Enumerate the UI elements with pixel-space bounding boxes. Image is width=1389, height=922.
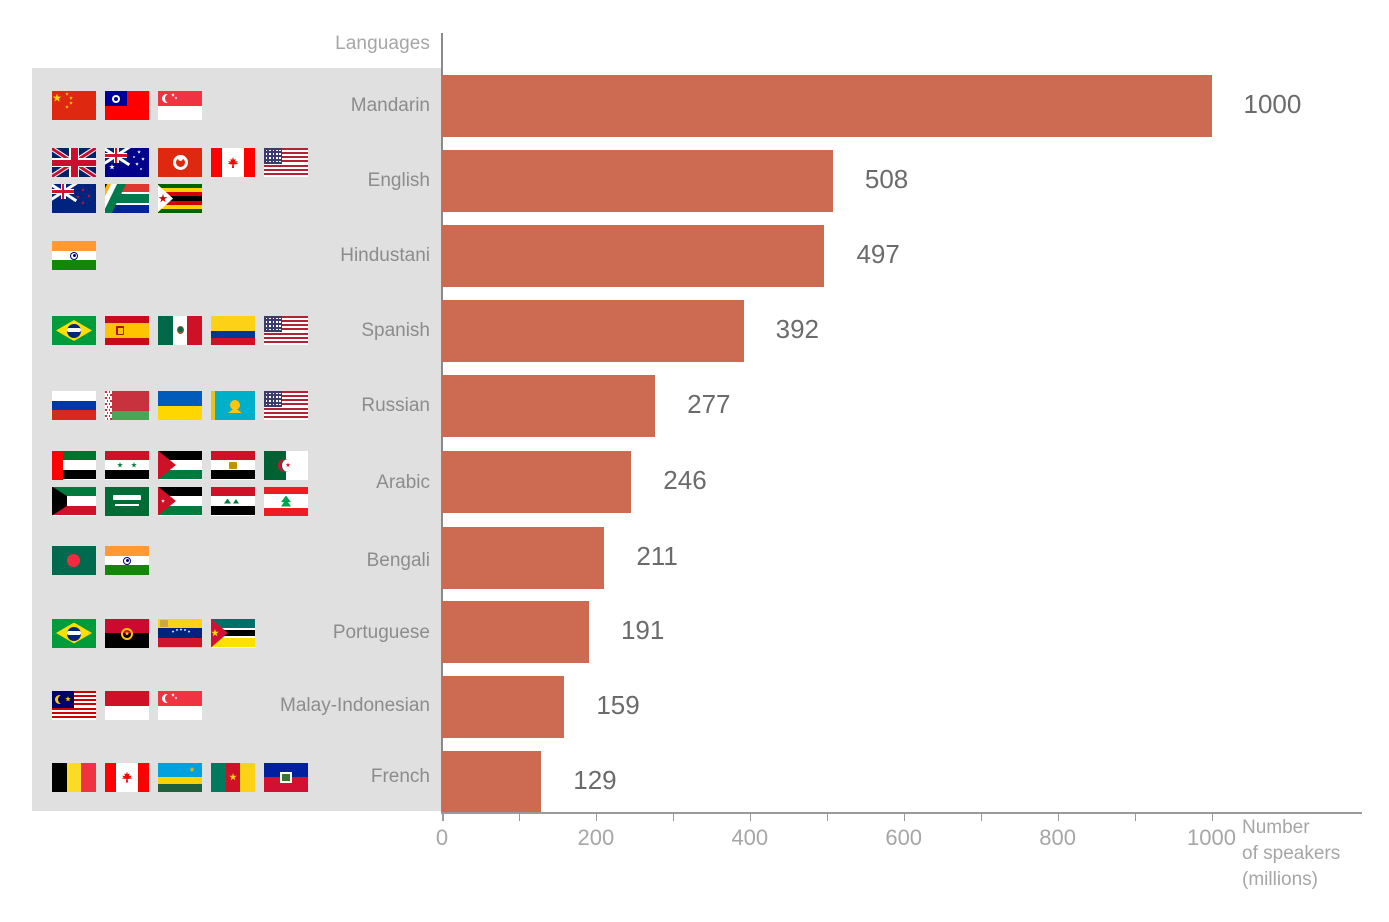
- bar-value-label: 211: [636, 541, 678, 571]
- bar: [442, 451, 632, 513]
- flag-south-africa-icon: [105, 184, 149, 213]
- category-label: Russian: [361, 394, 430, 416]
- x-axis-tick: [903, 812, 906, 821]
- flag-belarus-icon: [105, 391, 149, 420]
- x-axis-tick: [442, 812, 444, 821]
- x-axis-tick: [1211, 812, 1213, 821]
- bar: [442, 676, 565, 738]
- flag-united-kingdom-icon: [52, 148, 96, 177]
- x-axis-tick: [749, 812, 752, 821]
- bar-row: Malay-Indonesian: [0, 668, 1389, 743]
- x-axis-tick: [1134, 812, 1137, 821]
- category-label: Portuguese: [332, 622, 430, 643]
- flag-syria-icon: [105, 450, 149, 480]
- bar: [442, 601, 589, 663]
- flag-russia-icon: [52, 391, 96, 420]
- bar-row: Portuguese: [0, 598, 1389, 668]
- x-axis-tick: [672, 812, 675, 821]
- category-label: Hindustani: [340, 244, 430, 266]
- category-label: Bengali: [366, 549, 430, 571]
- value-axis-title-line-2: of speakers: [1242, 843, 1341, 864]
- bar-value-label: 497: [856, 239, 900, 269]
- bar-row: Bengali: [0, 523, 1389, 598]
- bar-value-label: 246: [663, 465, 707, 495]
- flag-canada-icon: [105, 762, 149, 792]
- category-label: Arabic: [376, 472, 430, 493]
- bar: [442, 527, 605, 589]
- bar-row: French: [0, 743, 1389, 811]
- bar-value-label: 508: [864, 164, 909, 194]
- flag-belgium-icon: [52, 762, 96, 792]
- bar-value-label: 277: [687, 389, 731, 419]
- value-axis-title: Number of speakers (millions): [1242, 815, 1340, 893]
- category-label: Spanish: [361, 319, 430, 341]
- category-label: English: [367, 169, 430, 191]
- x-axis-tick-label: 400: [731, 825, 769, 850]
- bar: [442, 150, 833, 212]
- value-axis-title-line-1: Number: [1242, 817, 1310, 838]
- x-axis-tick-label: 600: [885, 825, 923, 850]
- flag-spain-icon: [105, 316, 149, 345]
- x-axis-tick-label: 0: [435, 825, 449, 850]
- bar: [442, 375, 656, 437]
- bar: [442, 75, 1212, 137]
- flag-malaysia-icon: [52, 691, 96, 720]
- x-axis-tick-label: 200: [577, 825, 615, 850]
- x-axis-tick: [1057, 812, 1060, 821]
- bar-value-label: 191: [620, 615, 665, 645]
- category-label: Malay-Indonesian: [280, 694, 430, 716]
- bar-value-label: 159: [596, 690, 640, 720]
- bar: [442, 300, 744, 362]
- bar-value-label: 392: [775, 314, 820, 344]
- bar: [442, 751, 542, 813]
- flag-brazil-icon: [52, 316, 96, 345]
- flag-united-arab-emirates-icon: [52, 450, 96, 480]
- value-axis-title-line-3: (millions): [1242, 869, 1318, 890]
- x-axis-tick: [595, 812, 598, 821]
- bar-value-label: 129: [573, 765, 617, 795]
- bar-value-label: 1000: [1243, 89, 1302, 119]
- x-axis-tick: [826, 812, 829, 821]
- flag-brazil-icon: [52, 618, 96, 648]
- flag-saudi-arabia-icon: [105, 486, 149, 516]
- category-axis-title: Languages: [335, 33, 430, 54]
- flag-angola-icon: [105, 618, 149, 648]
- flag-indonesia-icon: [105, 691, 149, 720]
- x-axis-line: [441, 812, 1362, 814]
- language-speakers-bar-chart: Languages Mandarin 1000 English 508 Hindusta…: [0, 0, 1389, 922]
- flag-taiwan-icon: [105, 91, 149, 120]
- category-label: Mandarin: [350, 94, 430, 116]
- flag-australia-icon: [105, 148, 149, 177]
- flag-india-icon: [105, 546, 149, 575]
- flag-bangladesh-icon: [52, 546, 96, 575]
- x-axis-tick: [980, 812, 983, 821]
- category-label: French: [370, 766, 430, 787]
- bar: [442, 225, 825, 287]
- flag-new-zealand-icon: [52, 184, 96, 213]
- flag-kuwait-icon: [52, 486, 96, 516]
- x-axis-tick-label: 1000: [1187, 825, 1236, 850]
- flag-china-icon: [52, 91, 96, 120]
- x-axis-tick: [518, 812, 521, 821]
- x-axis-tick-label: 800: [1039, 825, 1076, 850]
- flag-india-icon: [52, 241, 96, 270]
